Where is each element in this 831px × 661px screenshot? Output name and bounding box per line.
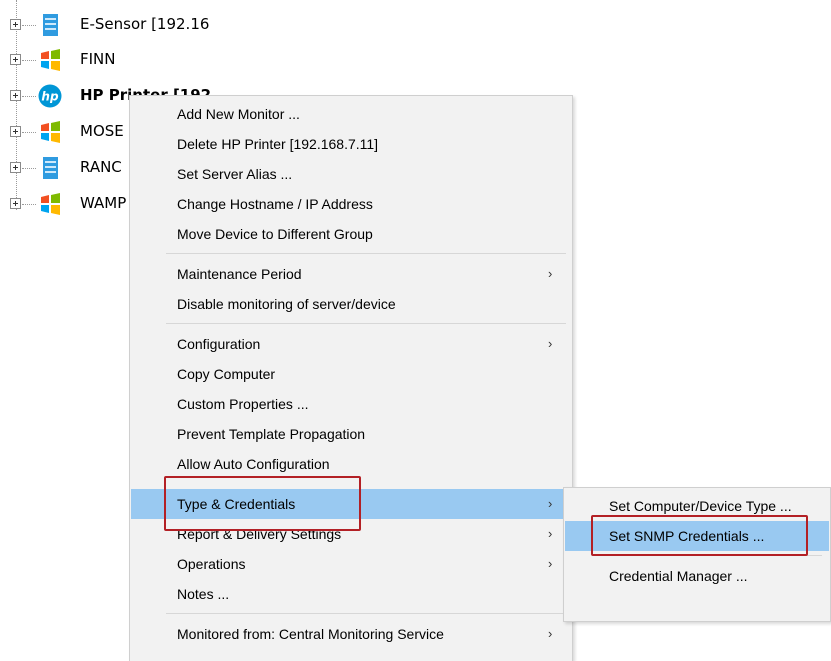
menu-separator [166,613,566,614]
menu-item-copy-computer[interactable]: Copy Computer [131,359,571,389]
menu-separator [166,323,566,324]
menu-item-configuration[interactable]: Configuration › [131,329,571,359]
chevron-right-icon: › [548,526,553,541]
tree-item-label: RANC [80,158,122,176]
menu-item-prevent-template-propagation[interactable]: Prevent Template Propagation [131,419,571,449]
menu-item-delete-device[interactable]: Delete HP Printer [192.168.7.11] [131,129,571,159]
menu-item-custom-properties[interactable]: Custom Properties ... [131,389,571,419]
context-menu: Add New Monitor ... Delete HP Printer [1… [129,95,573,661]
submenu-item-credential-manager[interactable]: Credential Manager ... [565,561,829,591]
chevron-right-icon: › [548,266,553,281]
chevron-right-icon: › [548,556,553,571]
menu-item-set-server-alias[interactable]: Set Server Alias ... [131,159,571,189]
windows-icon [41,193,60,215]
chevron-right-icon: › [548,496,553,511]
expand-icon[interactable] [10,19,21,30]
expand-icon[interactable] [10,90,21,101]
menu-item-monitored-from[interactable]: Monitored from: Central Monitoring Servi… [131,619,571,649]
expand-icon[interactable] [10,126,21,137]
menu-item-move-device[interactable]: Move Device to Different Group [131,219,571,249]
menu-item-operations[interactable]: Operations › [131,549,571,579]
tree-item-label: WAMP [80,194,127,212]
annotation-highlight-box [591,515,808,556]
menu-item-notes[interactable]: Notes ... [131,579,571,609]
windows-icon [41,121,60,143]
tree-item-finn[interactable]: FINN [0,46,228,76]
menu-item-maintenance-period[interactable]: Maintenance Period › [131,259,571,289]
chevron-right-icon: › [548,336,553,351]
annotation-highlight-box [164,476,361,531]
menu-item-disable-monitoring[interactable]: Disable monitoring of server/device [131,289,571,319]
expand-icon[interactable] [10,54,21,65]
tree-item-label: MOSE [80,122,124,140]
expand-icon[interactable] [10,162,21,173]
windows-icon [41,49,60,71]
menu-separator [166,253,566,254]
chevron-right-icon: › [548,626,553,641]
menu-item-add-new-monitor[interactable]: Add New Monitor ... [131,99,571,129]
menu-item-allow-auto-configuration[interactable]: Allow Auto Configuration [131,449,571,479]
expand-icon[interactable] [10,198,21,209]
server-icon [43,14,58,36]
hp-logo-icon: hp [38,84,62,108]
menu-item-change-hostname[interactable]: Change Hostname / IP Address [131,189,571,219]
svg-text:hp: hp [41,90,59,104]
server-icon [43,157,58,179]
tree-item-label: E-Sensor [192.16 [80,15,210,33]
tree-item-label: FINN [80,50,116,68]
tree-item-e-sensor[interactable]: E-Sensor [192.16 [0,11,228,41]
